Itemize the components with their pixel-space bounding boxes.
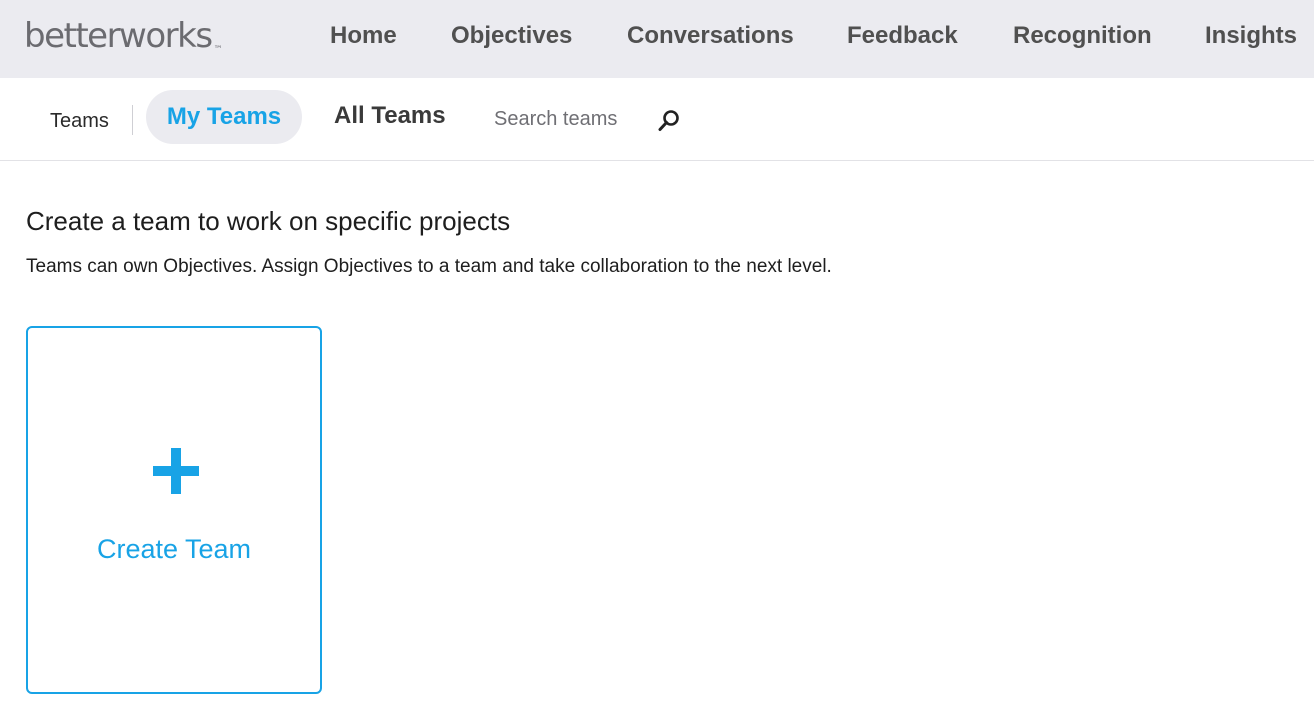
divider [132, 105, 133, 135]
section-label-teams: Teams [50, 110, 109, 132]
page-heading: Create a team to work on specific projec… [26, 206, 511, 236]
create-team-label: Create Team [96, 534, 252, 564]
betterworks-logo[interactable]: betterworks ™ [24, 12, 223, 60]
logo-text: betterworks [24, 16, 213, 56]
teams-subnavigation: Teams My Teams All Teams [0, 78, 1314, 161]
plus-icon [153, 448, 199, 494]
page-description: Teams can own Objectives. Assign Objecti… [26, 256, 832, 277]
nav-item-objectives[interactable]: Objectives [451, 20, 572, 52]
nav-item-insights[interactable]: Insights [1205, 20, 1297, 52]
search-icon[interactable] [656, 108, 682, 134]
logo-trademark: ™ [213, 45, 223, 55]
nav-item-home[interactable]: Home [330, 20, 397, 52]
search-teams-input[interactable] [490, 103, 658, 135]
top-navigation-bar: betterworks ™ Home Objectives Conversatio… [0, 0, 1314, 78]
nav-item-recognition[interactable]: Recognition [1013, 20, 1152, 52]
nav-item-conversations[interactable]: Conversations [627, 20, 794, 52]
tab-my-teams[interactable]: My Teams [146, 90, 302, 144]
tab-all-teams[interactable]: All Teams [334, 102, 446, 130]
create-team-card[interactable]: Create Team [26, 326, 322, 694]
nav-item-feedback[interactable]: Feedback [847, 20, 958, 52]
